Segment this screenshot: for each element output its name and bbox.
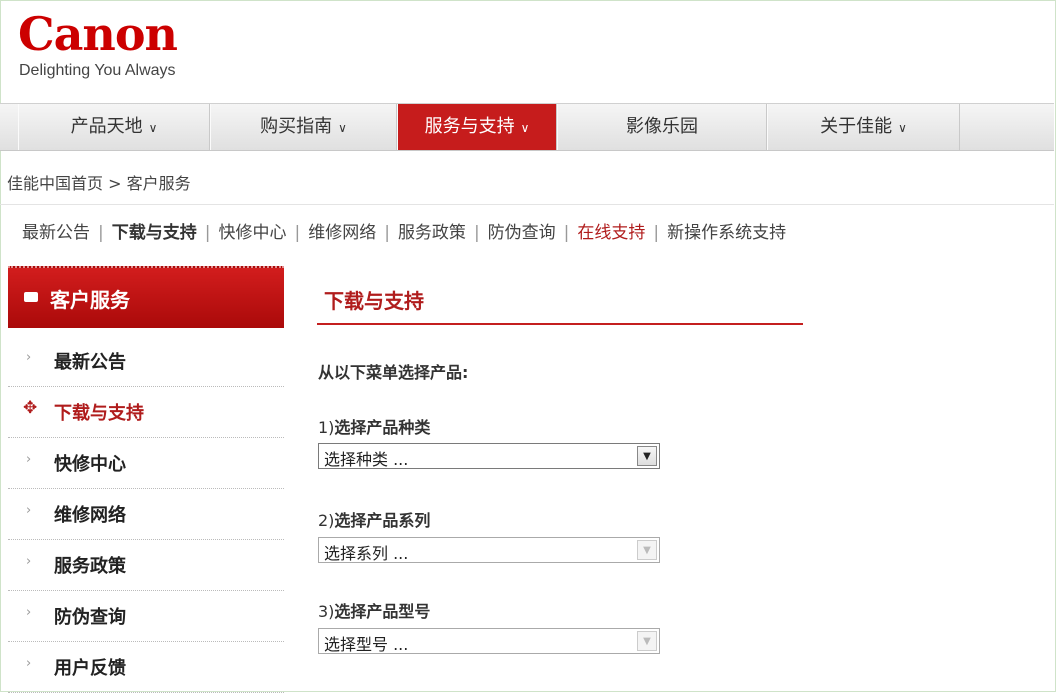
chevron-down-icon: ∨ <box>898 121 907 135</box>
chevron-right-icon: › <box>26 503 32 518</box>
step-number: 1) <box>318 418 335 437</box>
sidebar-item-label: 快修中心 <box>54 454 126 475</box>
step-1-label: 1)选择产品种类 <box>318 414 430 438</box>
sidebar-item-label: 用户反馈 <box>54 658 126 679</box>
chevron-right-icon: › <box>26 656 32 671</box>
step-number: 3) <box>318 602 335 621</box>
step-3-label: 3)选择产品型号 <box>318 598 430 622</box>
chevron-right-icon: › <box>26 605 32 620</box>
subnav-quick-repair[interactable]: 快修中心 <box>218 218 286 243</box>
sidebar-item-download-support[interactable]: ✥ 下载与支持 <box>8 387 284 438</box>
sidebar-item-label: 防伪查询 <box>54 607 126 628</box>
dropdown-arrow-icon[interactable]: ▼ <box>637 540 657 560</box>
separator: | <box>473 223 480 243</box>
sub-nav: 最新公告 | 下载与支持 | 快修中心 | 维修网络 | 服务政策 | 防伪查询 | 在线支持 | 新操作系… <box>22 218 786 243</box>
chevron-right-icon: › <box>26 554 32 569</box>
sidebar-item-quick-repair[interactable]: › 快修中心 <box>8 438 284 489</box>
nav-item-about-canon[interactable]: 关于佳能 ∨ <box>767 104 960 150</box>
section-title: 下载与支持 <box>324 289 424 313</box>
nav-item-products[interactable]: 产品天地 ∨ <box>18 104 210 150</box>
subnav-service-policy[interactable]: 服务政策 <box>398 218 466 243</box>
flower-bullet-icon: ✥ <box>23 398 38 418</box>
sidebar-item-service-policy[interactable]: › 服务政策 <box>8 540 284 591</box>
step-number: 2) <box>318 511 335 530</box>
dropdown-arrow-icon[interactable]: ▼ <box>637 446 657 466</box>
sidebar-item-repair-network[interactable]: › 维修网络 <box>8 489 284 540</box>
category-select[interactable]: 选择种类 ... ▼ <box>318 443 660 469</box>
nav-item-buying-guide[interactable]: 购买指南 ∨ <box>210 104 397 150</box>
intro-text: 从以下菜单选择产品: <box>318 363 469 382</box>
sidebar-header: 客户服务 <box>8 266 284 328</box>
separator: | <box>563 223 570 243</box>
nav-item-label: 购买指南 <box>260 116 333 137</box>
subnav-online-support[interactable]: 在线支持 <box>577 218 645 243</box>
sidebar-item-label: 维修网络 <box>54 505 126 526</box>
title-underline <box>317 323 803 325</box>
breadcrumb[interactable]: 佳能中国首页 > 客户服务 <box>7 170 191 194</box>
nav-item-label: 产品天地 <box>70 116 143 137</box>
separator: | <box>653 223 660 243</box>
step-text: 选择产品种类 <box>334 418 431 437</box>
mail-icon <box>24 292 38 302</box>
nav-item-imaging-park[interactable]: 影像乐园 <box>557 104 767 150</box>
separator: | <box>294 223 301 243</box>
select-value: 选择种类 ... <box>324 450 409 469</box>
series-select[interactable]: 选择系列 ... ▼ <box>318 537 660 563</box>
sidebar-item-anti-counterfeit[interactable]: › 防伪查询 <box>8 591 284 642</box>
sidebar-menu: › 最新公告 ✥ 下载与支持 › 快修中心 › 维修网络 › 服务政策 › 防伪… <box>8 336 284 693</box>
step-text: 选择产品型号 <box>334 602 431 621</box>
select-value: 选择型号 ... <box>324 635 409 654</box>
sidebar-item-latest-notice[interactable]: › 最新公告 <box>8 336 284 387</box>
sidebar-item-label: 最新公告 <box>54 352 126 373</box>
subnav-new-os-support[interactable]: 新操作系统支持 <box>667 218 786 243</box>
main-nav: 产品天地 ∨ 购买指南 ∨ 服务与支持 ∨ 影像乐园 关于佳能 ∨ <box>0 103 1054 151</box>
nav-item-label: 影像乐园 <box>626 116 698 137</box>
step-text: 选择产品系列 <box>334 511 431 530</box>
subnav-anti-counterfeit[interactable]: 防伪查询 <box>488 218 556 243</box>
separator: | <box>98 223 104 243</box>
model-select[interactable]: 选择型号 ... ▼ <box>318 628 660 654</box>
subnav-repair-network[interactable]: 维修网络 <box>308 218 376 243</box>
nav-item-label: 关于佳能 <box>820 116 893 137</box>
canon-logo[interactable]: Canon <box>18 8 178 60</box>
subnav-download-support[interactable]: 下载与支持 <box>112 218 197 243</box>
separator: | <box>204 223 211 243</box>
divider <box>0 204 1054 205</box>
sidebar-item-label: 下载与支持 <box>54 403 144 424</box>
chevron-down-icon: ∨ <box>148 121 158 135</box>
tagline: Delighting You Always <box>19 62 176 79</box>
nav-item-label: 服务与支持 <box>424 116 515 137</box>
nav-item-service-support[interactable]: 服务与支持 ∨ <box>397 104 557 150</box>
chevron-down-icon: ∨ <box>520 121 530 135</box>
sidebar-title: 客户服务 <box>50 288 130 312</box>
step-2-label: 2)选择产品系列 <box>318 507 430 531</box>
subnav-latest-notice[interactable]: 最新公告 <box>22 218 90 243</box>
chevron-right-icon: › <box>26 350 32 365</box>
select-value: 选择系列 ... <box>324 544 409 563</box>
separator: | <box>384 223 390 243</box>
chevron-right-icon: › <box>26 452 32 467</box>
chevron-down-icon: ∨ <box>338 121 347 135</box>
dropdown-arrow-icon[interactable]: ▼ <box>637 631 657 651</box>
sidebar-item-user-feedback[interactable]: › 用户反馈 <box>8 642 284 693</box>
sidebar-item-label: 服务政策 <box>54 556 126 577</box>
